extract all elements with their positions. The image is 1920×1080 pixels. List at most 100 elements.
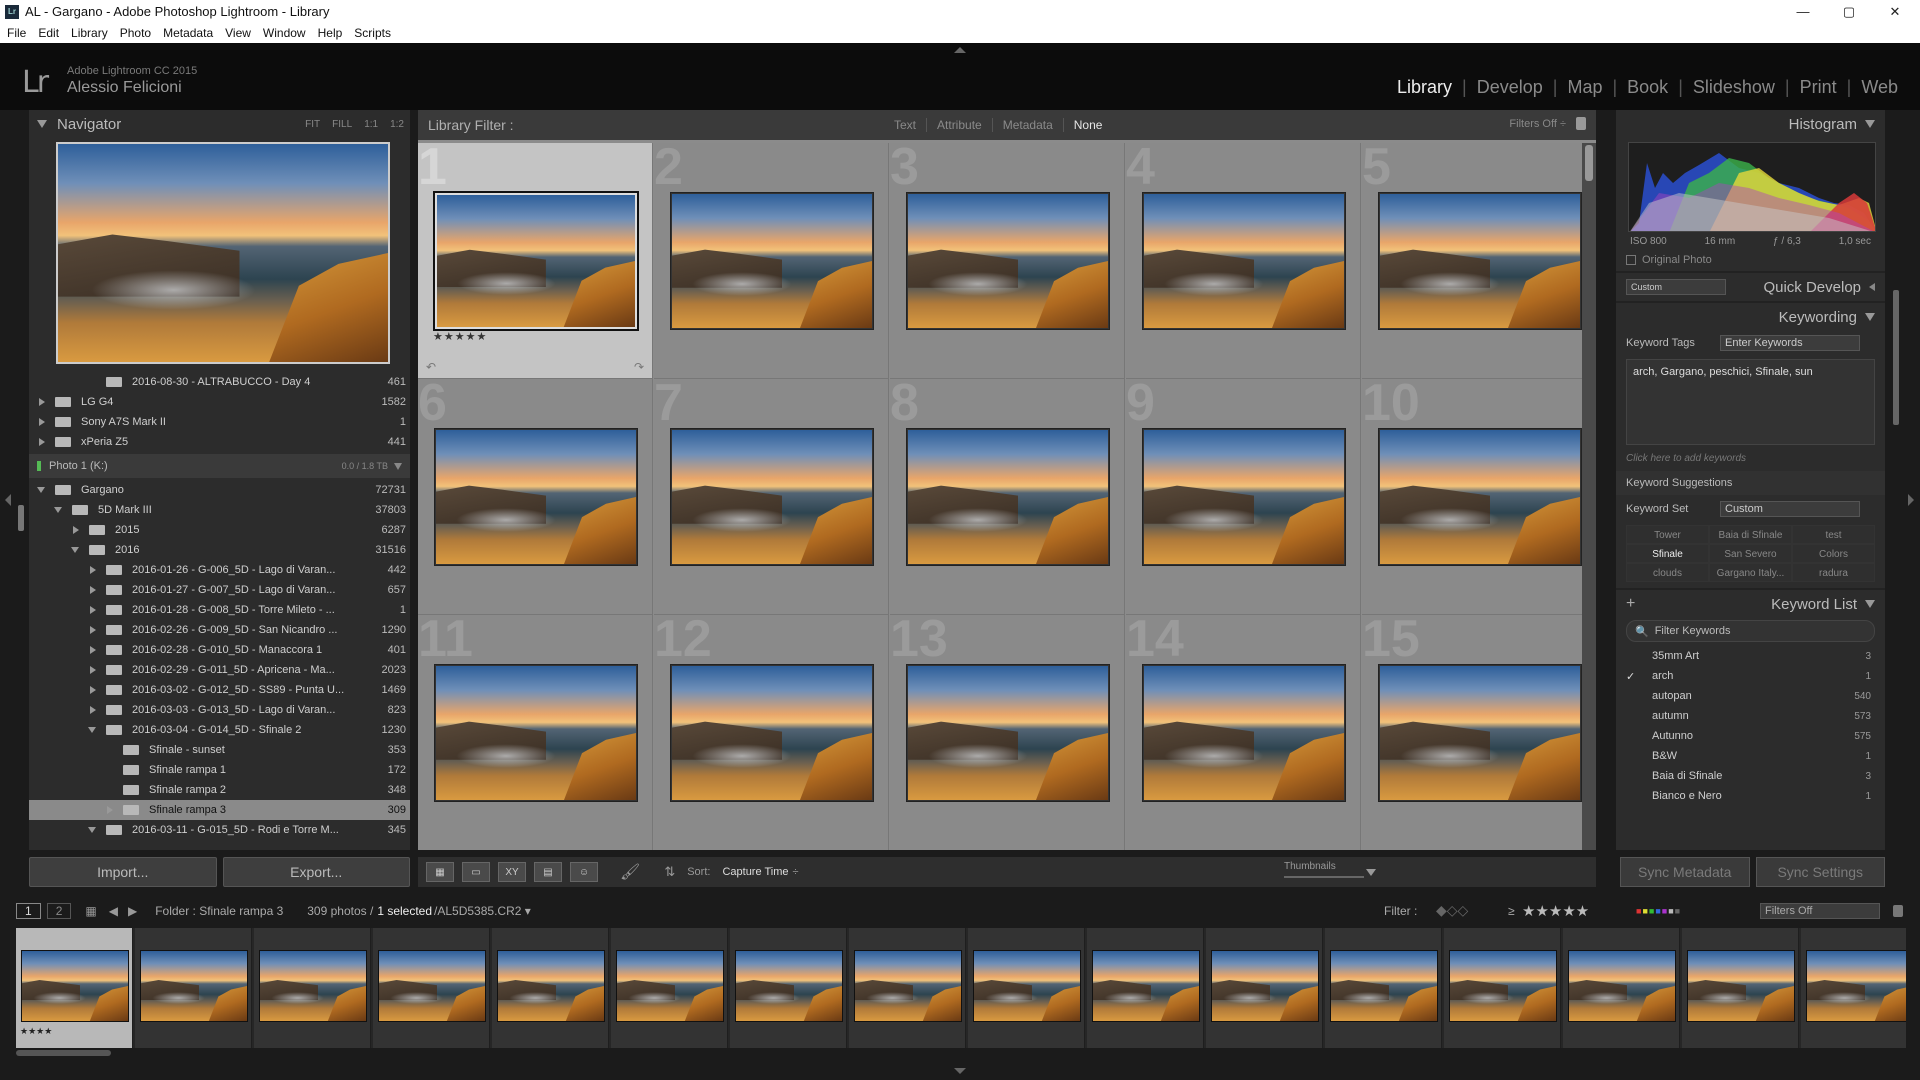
volume-header[interactable]: Photo 1 (K:) 0.0 / 1.8 TB [29,454,410,478]
keyword-list-item[interactable]: Autunno 575 [1616,726,1885,746]
grid-cell[interactable]: 2 [654,143,889,379]
keyword-tags-dropdown[interactable]: Enter Keywords [1720,335,1860,351]
filmstrip-lock-icon[interactable] [1893,904,1903,917]
keyword-list-item[interactable]: B&W 1 [1616,746,1885,766]
filmstrip-cell[interactable] [135,928,252,1048]
expand-right-icon[interactable] [90,566,96,574]
grid-cell[interactable]: 13 [890,615,1125,850]
filmstrip-thumbnail[interactable] [973,950,1081,1022]
photo-thumbnail[interactable] [435,429,637,565]
folder-row[interactable]: 2016 31516 [29,540,410,560]
keyword-set-item[interactable]: Baia di Sfinale [1709,525,1792,544]
add-keywords-field[interactable]: Click here to add keywords [1616,449,1885,467]
module-develop[interactable]: Develop [1467,77,1553,98]
grid-cell[interactable]: 14 [1126,615,1361,850]
filter-presets-dropdown[interactable]: Filters Off ÷ [1509,118,1566,130]
keywording-header[interactable]: Keywording [1616,303,1885,331]
photo-thumbnail[interactable] [907,665,1109,801]
folder-row[interactable]: 2015 6287 [29,520,410,540]
expand-right-icon[interactable] [90,626,96,634]
rotate-left-icon[interactable]: ↶ [426,360,436,374]
expand-right-icon[interactable] [107,806,113,814]
folder-row[interactable]: 2016-03-03 - G-013_5D - Lago di Varan...… [29,700,410,720]
expand-down-icon[interactable] [71,547,79,553]
import-button[interactable]: Import... [29,857,217,887]
photo-thumbnail[interactable] [435,665,637,801]
filmstrip-thumbnail[interactable] [735,950,843,1022]
folder-row[interactable]: 2016-03-02 - G-012_5D - SS89 - Punta U..… [29,680,410,700]
painter-icon[interactable]: 🖌 [620,862,640,882]
keyword-set-item[interactable]: Tower [1626,525,1709,544]
keyword-set-item[interactable]: radura [1792,563,1875,582]
filmstrip-thumbnail[interactable] [1568,950,1676,1022]
forward-arrow-icon[interactable]: ▶ [128,904,137,918]
photo-thumbnail[interactable] [671,193,873,329]
navigator-preview[interactable] [56,142,390,364]
maximize-button[interactable]: ▢ [1826,0,1872,23]
expand-right-icon[interactable] [90,706,96,714]
grid-cell[interactable]: 12 [654,615,889,850]
zoom-1-2[interactable]: 1:2 [390,119,404,130]
filmstrip-cell[interactable] [968,928,1085,1048]
photo-thumbnail[interactable] [1379,193,1581,329]
keyword-set-item[interactable]: Gargano Italy... [1709,563,1792,582]
filter-tab-none[interactable]: None [1064,118,1113,132]
grid-cell[interactable]: 4 [1126,143,1361,379]
keyword-set-item[interactable]: San Severo [1709,544,1792,563]
folder-row[interactable]: 5D Mark III 37803 [29,500,410,520]
photo-thumbnail[interactable] [1143,429,1345,565]
keyword-list-item[interactable]: ✓ arch 1 [1616,666,1885,686]
secondary-window-1-button[interactable]: 1 [16,902,41,919]
grid-view-icon[interactable]: ▦ [426,862,454,882]
expand-right-icon[interactable] [90,586,96,594]
color-label-filter[interactable]: ■■■■■■■ [1636,906,1681,916]
filmstrip-thumbnail[interactable] [1806,950,1906,1022]
folder-row[interactable]: Sony A7S Mark II 1 [29,412,410,432]
filter-tab-metadata[interactable]: Metadata [993,118,1064,132]
filmstrip-cell[interactable] [254,928,371,1048]
photo-thumbnail[interactable] [671,429,873,565]
filmstrip-cell[interactable]: ★★★★ [16,928,133,1048]
menu-library[interactable]: Library [71,26,108,40]
grid-cell[interactable]: 15 [1362,615,1596,850]
export-button[interactable]: Export... [222,857,410,887]
folder-row[interactable]: 2016-03-04 - G-014_5D - Sfinale 2 1230 [29,720,410,740]
expand-down-icon[interactable] [88,827,96,833]
filmstrip-thumbnail[interactable] [616,950,724,1022]
menu-file[interactable]: File [7,26,26,40]
filmstrip-cell[interactable] [849,928,966,1048]
photo-thumbnail[interactable] [907,193,1109,329]
filter-tab-text[interactable]: Text [884,118,928,132]
folder-row[interactable]: 2016-01-28 - G-008_5D - Torre Mileto - .… [29,600,410,620]
toolbar-menu-chevron-icon[interactable] [1366,869,1376,876]
module-slideshow[interactable]: Slideshow [1683,77,1785,98]
current-file[interactable]: /AL5D5385.CR2 ▾ [434,904,531,918]
keyword-list-item[interactable]: 35mm Art 3 [1616,646,1885,666]
filmstrip-cell[interactable] [1563,928,1680,1048]
expand-right-icon[interactable] [73,526,79,534]
sort-chevron-icon[interactable]: ÷ [792,866,798,878]
right-panel-collapse-icon[interactable] [1908,494,1914,506]
rotate-right-icon[interactable]: ↷ [634,360,644,374]
volume-menu-icon[interactable] [394,462,402,470]
sort-dropdown[interactable]: Capture Time [722,866,788,878]
expand-right-icon[interactable] [39,438,45,446]
keyword-list-item[interactable]: autumn 573 [1616,706,1885,726]
photo-thumbnail[interactable] [435,193,637,329]
module-print[interactable]: Print [1790,77,1847,98]
menu-help[interactable]: Help [318,26,343,40]
top-panel-collapse-icon[interactable] [954,47,966,53]
filmstrip-thumbnail[interactable] [21,950,129,1022]
minimize-button[interactable]: — [1780,0,1826,23]
left-panel-collapse-icon[interactable] [5,494,11,506]
expand-right-icon[interactable] [39,418,45,426]
people-view-icon[interactable]: ☺ [570,862,598,882]
filmstrip-cell[interactable] [1682,928,1799,1048]
filmstrip-thumbnail[interactable] [854,950,962,1022]
scrollbar-thumb[interactable] [1585,145,1593,181]
folder-row[interactable]: Sfinale - sunset 353 [29,740,410,760]
keyword-list-header[interactable]: + Keyword List [1616,590,1885,618]
grid-cell[interactable]: 8 [890,379,1125,615]
folder-row[interactable]: 2016-01-26 - G-006_5D - Lago di Varan...… [29,560,410,580]
filmstrip-cell[interactable] [1444,928,1561,1048]
